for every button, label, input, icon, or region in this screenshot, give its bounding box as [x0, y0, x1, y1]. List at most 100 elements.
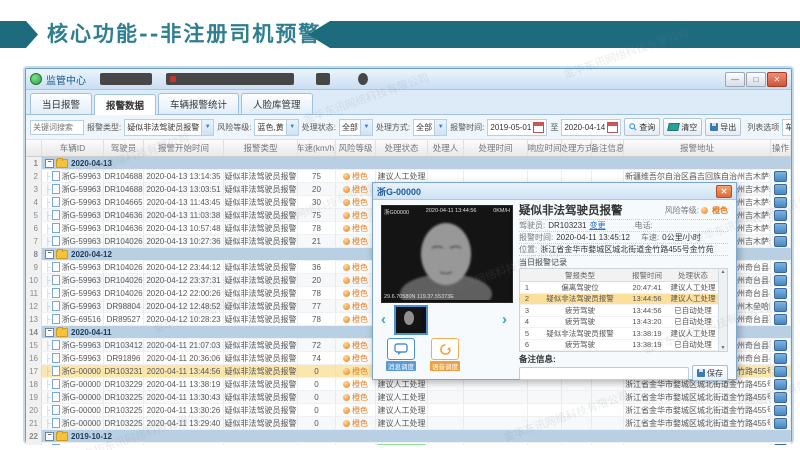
save-button[interactable]: 保存 [692, 365, 728, 381]
query-button[interactable]: 查询 [624, 118, 660, 136]
operation-button[interactable] [774, 314, 787, 325]
operation-button[interactable] [774, 379, 787, 390]
operation-button[interactable] [774, 262, 787, 273]
operation-button[interactable] [774, 223, 787, 234]
close-button[interactable]: ✕ [767, 72, 787, 87]
column-header: 处理人 [428, 140, 464, 156]
tab-车辆报警统计[interactable]: 车辆报警统计 [158, 93, 239, 114]
operation-cell [771, 196, 791, 208]
tree-connector-icon: ├ [45, 263, 51, 272]
alarm-type-select[interactable]: 疑似非法驾驶员报警 ▼ [124, 119, 214, 136]
operation-button[interactable] [774, 444, 787, 446]
vehicle-id-cell: ├浙G-59963 [42, 261, 104, 273]
group-date: 2019-10-12 [71, 432, 112, 441]
record-row[interactable]: 5疑似非法驾驶员报警13:38:19建议人工处理 [520, 328, 719, 340]
risk-bulb-icon [343, 368, 350, 375]
operation-button[interactable] [774, 275, 787, 286]
change-driver-link[interactable]: 变更 [589, 220, 605, 231]
vehicle-id-cell: ├浙G-59963 [42, 170, 104, 182]
banner-right-bar [308, 21, 800, 48]
table-row[interactable]: 20├浙G-00000DR1032252020-04-11 13:30:26疑似… [26, 404, 791, 417]
minimize-button[interactable]: — [725, 72, 745, 87]
operation-button[interactable] [774, 418, 787, 429]
operation-button[interactable] [774, 236, 787, 247]
operation-button[interactable] [774, 184, 787, 195]
keyword-search-input[interactable] [30, 120, 84, 135]
tree-connector-icon: ├ [45, 211, 51, 220]
table-row[interactable]: 21├浙G-00000DR1032252020-04-11 13:29:40疑似… [26, 417, 791, 430]
redacted-block [316, 73, 330, 85]
record-row[interactable]: 1偏离驾驶位20:47:41建议人工处理 [520, 282, 719, 294]
operation-button[interactable] [774, 210, 787, 221]
operation-button[interactable] [774, 171, 787, 182]
photo-thumbnail[interactable] [394, 305, 428, 335]
alarm-type: 疑似非法驾驶员报警 [224, 183, 298, 195]
table-group-row[interactable]: 22− 2019-10-12 [26, 430, 791, 443]
operation-button[interactable] [774, 301, 787, 312]
close-icon[interactable]: ✕ [716, 185, 732, 198]
vehicle-id-cell: ├浙G-59963 [42, 339, 104, 351]
operation-button[interactable] [774, 405, 787, 416]
risk-level-select[interactable]: 蓝色,黄 ▼ [254, 119, 298, 136]
voice-dispatch-button[interactable]: 语音调度 [427, 338, 463, 371]
table-row[interactable]: 19├浙G-00000DR1032252020-04-11 13:30:43疑似… [26, 391, 791, 404]
export-button[interactable]: 导出 [705, 118, 741, 136]
operation-button[interactable] [774, 353, 787, 364]
carousel-prev-icon[interactable]: ‹ [381, 307, 390, 333]
method-label: 处理方式: [376, 122, 410, 133]
risk-bulb-icon [343, 238, 350, 245]
record-row[interactable]: 6疲劳驾驶13:38:19已自动处理 [520, 340, 719, 352]
alarm-start-time: 2020-04-13 13:14:35 [144, 170, 224, 182]
tab-报警数据[interactable]: 报警数据 [94, 94, 156, 115]
risk-level-cell: 橙色 [336, 235, 376, 247]
clear-button[interactable]: 清空 [663, 118, 702, 136]
maximize-button[interactable]: □ [746, 72, 766, 87]
carousel-next-icon[interactable]: › [502, 307, 511, 333]
scroll-up-icon[interactable]: ▲ [721, 269, 726, 275]
risk-level-text: 橙色 [352, 223, 368, 234]
record-row[interactable]: 3疲劳驾驶13:44:56已自动处理 [520, 305, 719, 317]
document-icon [52, 210, 60, 220]
driver-id: DR89527 [104, 313, 144, 325]
record-row[interactable]: 4疲劳驾驶13:43:20已自动处理 [520, 317, 719, 329]
table-row[interactable]: 23├浙G-33333DR642372019-10-12 15:34:21疑似非… [26, 443, 791, 445]
operation-button[interactable] [774, 340, 787, 351]
operation-button[interactable] [774, 288, 787, 299]
list-options-select[interactable]: 车辆ID,驾 ▼ [782, 119, 791, 136]
tree-connector-icon: ├ [45, 289, 51, 298]
records-scrollbar[interactable]: ▲▼ [718, 269, 727, 351]
document-icon [52, 392, 60, 402]
remark-input[interactable] [519, 367, 689, 380]
operation-button[interactable] [774, 197, 787, 208]
collapse-icon[interactable]: − [45, 159, 54, 168]
date-to-input[interactable]: 2020-04-14 [561, 119, 621, 136]
scroll-down-icon[interactable]: ▼ [721, 345, 726, 351]
vehicle-id-cell: ├浙G-59963 [42, 300, 104, 312]
speed-value: 0 [298, 404, 336, 416]
speed-value: 77 [298, 300, 336, 312]
save-disk-icon [697, 369, 705, 377]
vehicle-id: 浙G-59963 [62, 353, 101, 364]
driver-id: DR104688 [104, 183, 144, 195]
status-select[interactable]: 全部 ▼ [339, 119, 373, 136]
tree-connector-icon: ├ [45, 393, 51, 402]
group-date: 2020-04-11 [71, 328, 111, 337]
document-icon [52, 197, 60, 207]
method-select[interactable]: 全部 ▼ [413, 119, 447, 136]
record-status: 建议人工处理 [668, 328, 718, 339]
row-number: 22 [26, 430, 42, 442]
collapse-icon[interactable]: − [45, 250, 54, 259]
banner-left-arrow [0, 21, 38, 48]
operation-button[interactable] [774, 392, 787, 403]
date-from-input[interactable]: 2019-05-01 [487, 119, 547, 136]
table-group-row[interactable]: 1−2020-04-13 [26, 157, 791, 170]
operation-button[interactable] [774, 366, 787, 377]
collapse-icon[interactable]: − [45, 432, 54, 441]
message-dispatch-button[interactable]: 消息调度 [383, 338, 419, 371]
collapse-icon[interactable]: − [45, 328, 54, 337]
vehicle-id-cell: ├浙G-59963 [42, 183, 104, 195]
tab-人脸库管理[interactable]: 人脸库管理 [241, 93, 313, 114]
alarm-start-time: 2020-04-11 13:44:56 [144, 365, 224, 377]
tab-当日报警[interactable]: 当日报警 [30, 93, 92, 114]
record-row[interactable]: 2疑似非法驾驶员报警13:44:56建议人工处理 [520, 294, 719, 306]
